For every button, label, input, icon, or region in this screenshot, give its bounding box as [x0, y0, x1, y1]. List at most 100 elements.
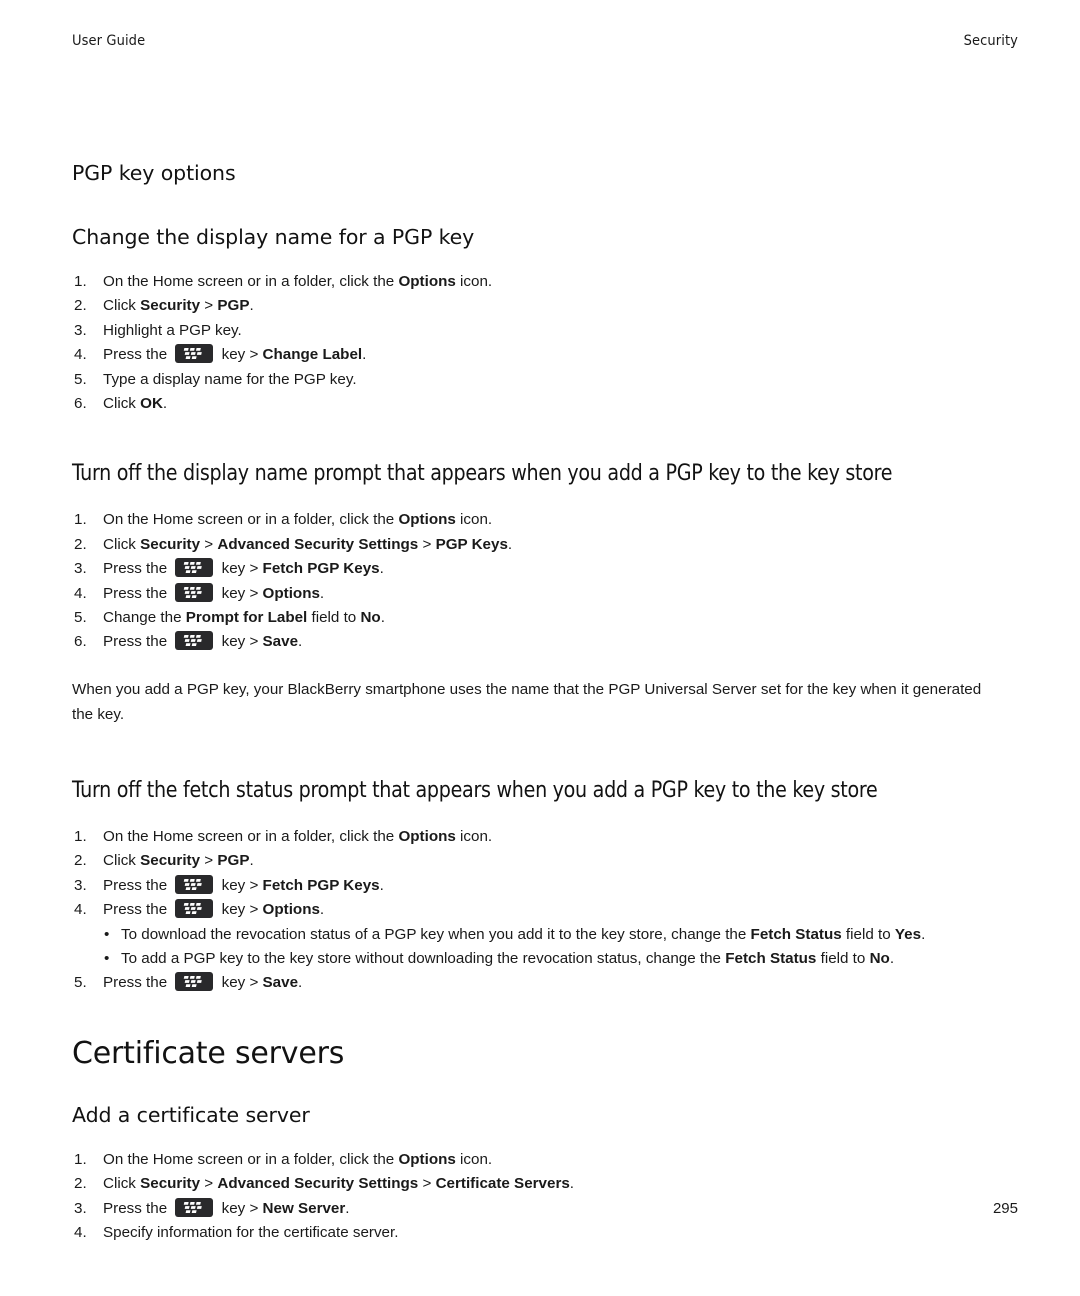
emphasis-text: OK — [140, 395, 163, 413]
steps-list-add-a-certificate-server: 1. On the Home screen or in a folder, cli… — [72, 1148, 1020, 1246]
step-item: 3. Press the key > New Server. — [72, 1197, 1020, 1221]
section-heading-turn-off-fetch-status-prompt: Turn off the fetch status prompt that ap… — [72, 777, 878, 803]
step-number: 1. — [74, 273, 87, 290]
step-number: 5. — [74, 609, 87, 627]
emphasis-text: Security — [140, 1175, 201, 1193]
step-number: 2. — [74, 852, 87, 870]
steps-list-turn-off-display-name-prompt: 1. On the Home screen or in a folder, cli… — [72, 508, 1020, 654]
step-number: 1. — [74, 1150, 87, 1168]
step-text: Specify information for the certificate … — [103, 1223, 399, 1241]
emphasis-text: Save — [262, 974, 299, 992]
emphasis-text: Options — [398, 827, 456, 845]
step-number: 2. — [74, 535, 87, 553]
step-text: Press the key > Save. — [103, 972, 303, 992]
step-item: 1. On the Home screen or in a folder, cli… — [72, 270, 1020, 294]
emphasis-text: Save — [262, 633, 299, 651]
step-number: 4. — [74, 1223, 87, 1241]
step-item: 1. On the Home screen or in a folder, cli… — [72, 508, 1020, 532]
emphasis-text: Security — [140, 297, 201, 315]
step-item: 4. Specify information for the certificat… — [72, 1221, 1020, 1245]
step-item: 4. Press the key > Options. — [72, 582, 1020, 606]
emphasis-text: Yes — [894, 925, 922, 943]
emphasis-text: New Server — [262, 1199, 346, 1217]
step-number: 2. — [74, 1175, 87, 1193]
step-text: On the Home screen or in a folder, click… — [103, 1150, 493, 1168]
emphasis-text: PGP — [217, 852, 250, 870]
running-header: User Guide Security — [72, 33, 1018, 49]
step-text: Press the key > Options. — [103, 582, 325, 602]
emphasis-text: Fetch Status — [725, 949, 817, 967]
step-number: 5. — [74, 974, 87, 992]
blackberry-menu-key-icon — [175, 631, 214, 651]
emphasis-text: PGP — [217, 297, 250, 315]
bullet-marker: • — [104, 949, 110, 967]
step-item: 1. On the Home screen or in a folder, cli… — [72, 825, 1020, 849]
bullet-item: • To add a PGP key to the key store witho… — [102, 947, 1020, 971]
step-item: 2. Click Security > PGP. — [72, 294, 1020, 318]
step-text: Press the key > New Server. — [103, 1197, 350, 1217]
step-text: Click Security > Advanced Security Setti… — [103, 1175, 575, 1193]
section-heading-pgp-key-options: PGP key options — [72, 161, 236, 185]
running-header-right: Security — [963, 33, 1018, 49]
emphasis-text: Security — [140, 535, 201, 553]
emphasis-text: Options — [398, 511, 456, 529]
blackberry-menu-key-icon — [175, 972, 214, 992]
step-item: 3. Highlight a PGP key. — [72, 319, 1020, 343]
step-number: 4. — [74, 901, 87, 919]
step-item: 5. Type a display name for the PGP key. — [72, 368, 1020, 392]
step-item: 6. Press the key > Save. — [72, 630, 1020, 654]
blackberry-menu-key-icon — [175, 582, 214, 602]
blackberry-menu-key-icon — [175, 899, 214, 919]
steps-list-turn-off-fetch-status-prompt-continued: 5. Press the key > Save. — [72, 971, 1020, 995]
step-text: On the Home screen or in a folder, click… — [103, 827, 493, 845]
blackberry-menu-key-icon — [175, 1197, 214, 1217]
step-text: Press the key > Fetch PGP Keys. — [103, 874, 384, 894]
section-heading-add-a-certificate-server: Add a certificate server — [72, 1102, 310, 1127]
emphasis-text: Fetch Status — [750, 925, 842, 943]
step-item: 3. Press the key > Fetch PGP Keys. — [72, 557, 1020, 581]
step-item: 4. Press the key > Options. — [72, 898, 1020, 922]
emphasis-text: Advanced Security Settings — [217, 1175, 419, 1193]
step-text: Click Security > PGP. — [103, 852, 254, 870]
emphasis-text: Options — [398, 1150, 456, 1168]
step-number: 3. — [74, 560, 87, 578]
step-number: 5. — [74, 370, 87, 388]
step-text: On the Home screen or in a folder, click… — [103, 511, 493, 529]
emphasis-text: Fetch PGP Keys — [262, 876, 380, 894]
step-item: 1. On the Home screen or in a folder, cli… — [72, 1148, 1020, 1172]
step-number: 6. — [74, 395, 87, 413]
blackberry-menu-key-icon — [175, 558, 214, 578]
step-item: 3. Press the key > Fetch PGP Keys. — [72, 874, 1020, 898]
step-number: 6. — [74, 633, 87, 651]
step-number: 3. — [74, 1199, 87, 1217]
emphasis-text: No — [869, 949, 890, 967]
step-number: 2. — [74, 297, 87, 315]
bullet-text: To add a PGP key to the key store withou… — [121, 949, 895, 967]
note-paragraph-pgp-universal-server: When you add a PGP key, your BlackBerry … — [72, 680, 982, 723]
emphasis-text: No — [360, 609, 381, 627]
page-number: 295 — [992, 1200, 1018, 1217]
step-text: Change the Prompt for Label field to No. — [103, 609, 385, 627]
step-number: 4. — [74, 584, 87, 602]
page-content: PGP key options Change the display name … — [72, 160, 1020, 1245]
emphasis-text: Security — [140, 852, 201, 870]
blackberry-menu-key-icon — [175, 344, 214, 364]
step-text: Type a display name for the PGP key. — [103, 370, 357, 388]
emphasis-text: Change Label — [262, 346, 363, 364]
section-heading-change-display-name: Change the display name for a PGP key — [72, 225, 475, 249]
step-item: 2. Click Security > Advanced Security Set… — [72, 533, 1020, 557]
step-number: 4. — [74, 346, 87, 364]
step-item: 5. Change the Prompt for Label field to N… — [72, 606, 1020, 630]
step-text: Press the key > Save. — [103, 631, 303, 651]
bullet-marker: • — [104, 925, 110, 943]
emphasis-text: Options — [398, 273, 456, 290]
step-number: 3. — [74, 876, 87, 894]
step-text: Press the key > Options. — [103, 899, 325, 919]
emphasis-text: Options — [262, 584, 320, 602]
emphasis-text: Options — [262, 901, 320, 919]
